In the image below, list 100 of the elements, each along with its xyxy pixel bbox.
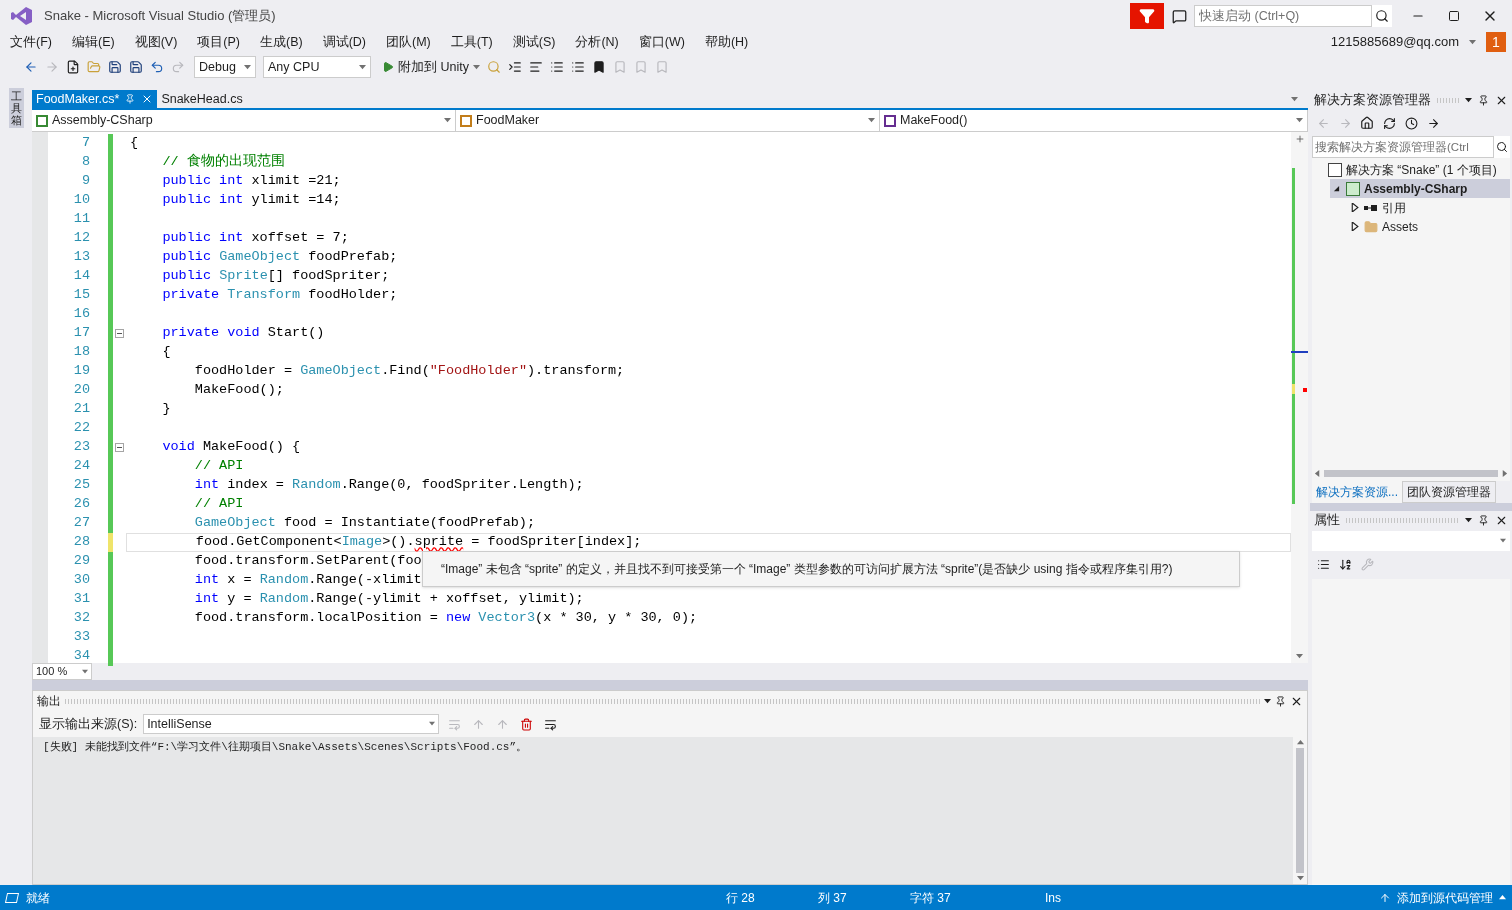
scroll-down-icon[interactable] <box>1296 653 1303 660</box>
output-line: [失败] 未能找到文件“F:\学习文件\往期项目\Snake\Assets\Scenes\Scripts\Food.cs”。 <box>43 740 528 755</box>
line-number: 20 <box>72 381 90 400</box>
zoom-dropdown[interactable]: 100 % <box>32 663 92 680</box>
code-line: // 食物的出现范围 <box>161 153 285 172</box>
code-line: private Transform foodHolder; <box>161 286 398 305</box>
window-title: Snake - Microsoft Visual Studio (管理员) <box>44 7 276 26</box>
split-icon[interactable] <box>1294 134 1305 144</box>
project-dropdown[interactable]: Assembly-CSharp <box>32 110 456 131</box>
code-element-icon <box>36 114 48 127</box>
line-number: 13 <box>72 248 90 267</box>
search-icon[interactable] <box>1496 141 1508 153</box>
menu-item[interactable]: 项目(P) <box>197 32 240 52</box>
menu-item[interactable]: 工具(T) <box>450 32 493 52</box>
code-line: public Sprite[] foodSpriter; <box>161 267 390 286</box>
home-icon[interactable] <box>1358 114 1376 132</box>
vs-logo-icon <box>10 6 34 26</box>
pin-icon[interactable] <box>1478 515 1489 526</box>
project-icon <box>1346 181 1360 196</box>
scroll-up-icon[interactable] <box>1296 739 1304 746</box>
source-dropdown[interactable]: IntelliSense <box>143 714 440 734</box>
caret-icon[interactable] <box>1465 96 1472 104</box>
caret-up-icon[interactable] <box>1499 894 1506 901</box>
source-control-button[interactable]: 添加到源代码管理 <box>1379 888 1506 907</box>
line-number: 10 <box>72 191 90 210</box>
filter-icon[interactable] <box>1130 3 1164 29</box>
document-tab[interactable]: SnakeHead.cs <box>157 90 247 108</box>
column-indicator: 列 37 <box>818 889 848 907</box>
line-number: 18 <box>72 343 90 362</box>
tree-item[interactable]: 引用 <box>1348 198 1510 217</box>
platform-dropdown[interactable]: Any CPU <box>263 56 371 78</box>
panel-tab[interactable]: 团队资源管理器 <box>1402 480 1496 503</box>
menu-item[interactable]: 调试(D) <box>322 32 366 52</box>
menu-item[interactable]: 测试(S) <box>512 32 556 52</box>
line-number: 19 <box>72 362 90 381</box>
menu-item[interactable]: 帮助(H) <box>704 32 749 52</box>
code-line: } <box>161 400 171 419</box>
code-line: { <box>129 134 139 153</box>
scroll-left-icon[interactable] <box>1314 470 1321 477</box>
search-field[interactable]: 搜索解决方案资源管理器(Ctrl <box>1312 136 1494 158</box>
code-line: int x = Random.Range(-xlimit <box>193 571 422 590</box>
caret-icon[interactable] <box>1264 697 1271 705</box>
line-number: 30 <box>72 571 90 590</box>
references-icon <box>1364 203 1378 212</box>
tree-item[interactable]: 解决方案 “Snake” (1 个项目) <box>1312 160 1510 179</box>
code-line: GameObject food = Instantiate(foodPrefab); <box>193 514 536 533</box>
pin-icon[interactable] <box>1478 94 1489 106</box>
line-number: 21 <box>72 400 90 419</box>
panel-title: 属性 <box>1314 512 1340 530</box>
collapse-icon[interactable] <box>115 329 124 338</box>
menu-item[interactable]: 窗口(W) <box>638 32 685 52</box>
line-number: 34 <box>72 647 90 666</box>
caret-icon[interactable] <box>1465 517 1472 524</box>
expanded-arrow-icon[interactable] <box>1332 185 1340 192</box>
code-element-icon <box>460 114 472 127</box>
line-number: 26 <box>72 495 90 514</box>
scroll-down-icon[interactable] <box>1296 875 1304 882</box>
insert-mode: Ins <box>1045 889 1061 907</box>
configuration-dropdown[interactable]: Debug <box>194 56 256 78</box>
line-number: 17 <box>72 324 90 343</box>
line-number: 27 <box>72 514 90 533</box>
account-name[interactable]: 1215885689@qq.com <box>1330 32 1459 52</box>
menu-item[interactable]: 文件(F) <box>10 32 52 52</box>
menu-item[interactable]: 编辑(E) <box>71 32 115 52</box>
code-element-icon <box>884 114 896 127</box>
code-line: void MakeFood() { <box>161 438 301 457</box>
menu-item[interactable]: 视图(V) <box>134 32 178 52</box>
class-dropdown[interactable]: FoodMaker <box>456 110 880 131</box>
save-icon[interactable] <box>106 58 124 76</box>
code-line: food.transform.localPosition = new Vector3(x * 30, y * 30, 0); <box>193 609 698 628</box>
tree-item[interactable]: Assembly-CSharp <box>1330 179 1510 198</box>
notification-badge[interactable]: 1 <box>1486 32 1506 52</box>
panel-tab[interactable]: 解决方案资源... <box>1312 480 1402 503</box>
close-icon[interactable] <box>1495 514 1508 527</box>
error-tooltip: “Image” 未包含 “sprite” 的定义，并且找不到可接受第一个 “Image” 类型参数的可访问扩展方法 “sprite”(是否缺少 using 指令或程序集引用?) <box>422 551 1240 587</box>
attach-button[interactable]: 附加到 Unity <box>380 56 482 78</box>
scroll-right-icon[interactable] <box>1501 470 1508 477</box>
line-indicator: 行 28 <box>726 889 756 907</box>
toolbox-tab[interactable]: 工具箱 <box>8 88 24 129</box>
line-number: 22 <box>72 419 90 438</box>
line-number: 23 <box>72 438 90 457</box>
code-line: food.transform.SetParent(foo <box>193 552 422 571</box>
code-line: // API <box>193 457 244 476</box>
folder-icon <box>1364 219 1378 234</box>
history-icon[interactable] <box>1402 114 1420 132</box>
menu-item[interactable]: 团队(M) <box>386 32 431 52</box>
line-number: 24 <box>72 457 90 476</box>
menu-item[interactable]: 生成(B) <box>260 32 303 52</box>
member-dropdown[interactable]: MakeFood() <box>880 110 1308 131</box>
pin-icon[interactable] <box>1275 695 1286 707</box>
collapse-icon[interactable] <box>115 443 124 452</box>
save-all-icon[interactable] <box>127 58 145 76</box>
search-icon[interactable] <box>1375 9 1389 23</box>
quick-launch-field[interactable]: 快速启动 (Ctrl+Q) <box>1194 5 1372 27</box>
vertical-scrollbar[interactable] <box>1291 132 1308 663</box>
line-number: 15 <box>72 286 90 305</box>
tree-item[interactable]: Assets <box>1348 217 1510 236</box>
vertical-scrollbar[interactable] <box>1293 737 1307 884</box>
menu-item[interactable]: 分析(N) <box>575 32 619 52</box>
line-number: 12 <box>72 229 90 248</box>
